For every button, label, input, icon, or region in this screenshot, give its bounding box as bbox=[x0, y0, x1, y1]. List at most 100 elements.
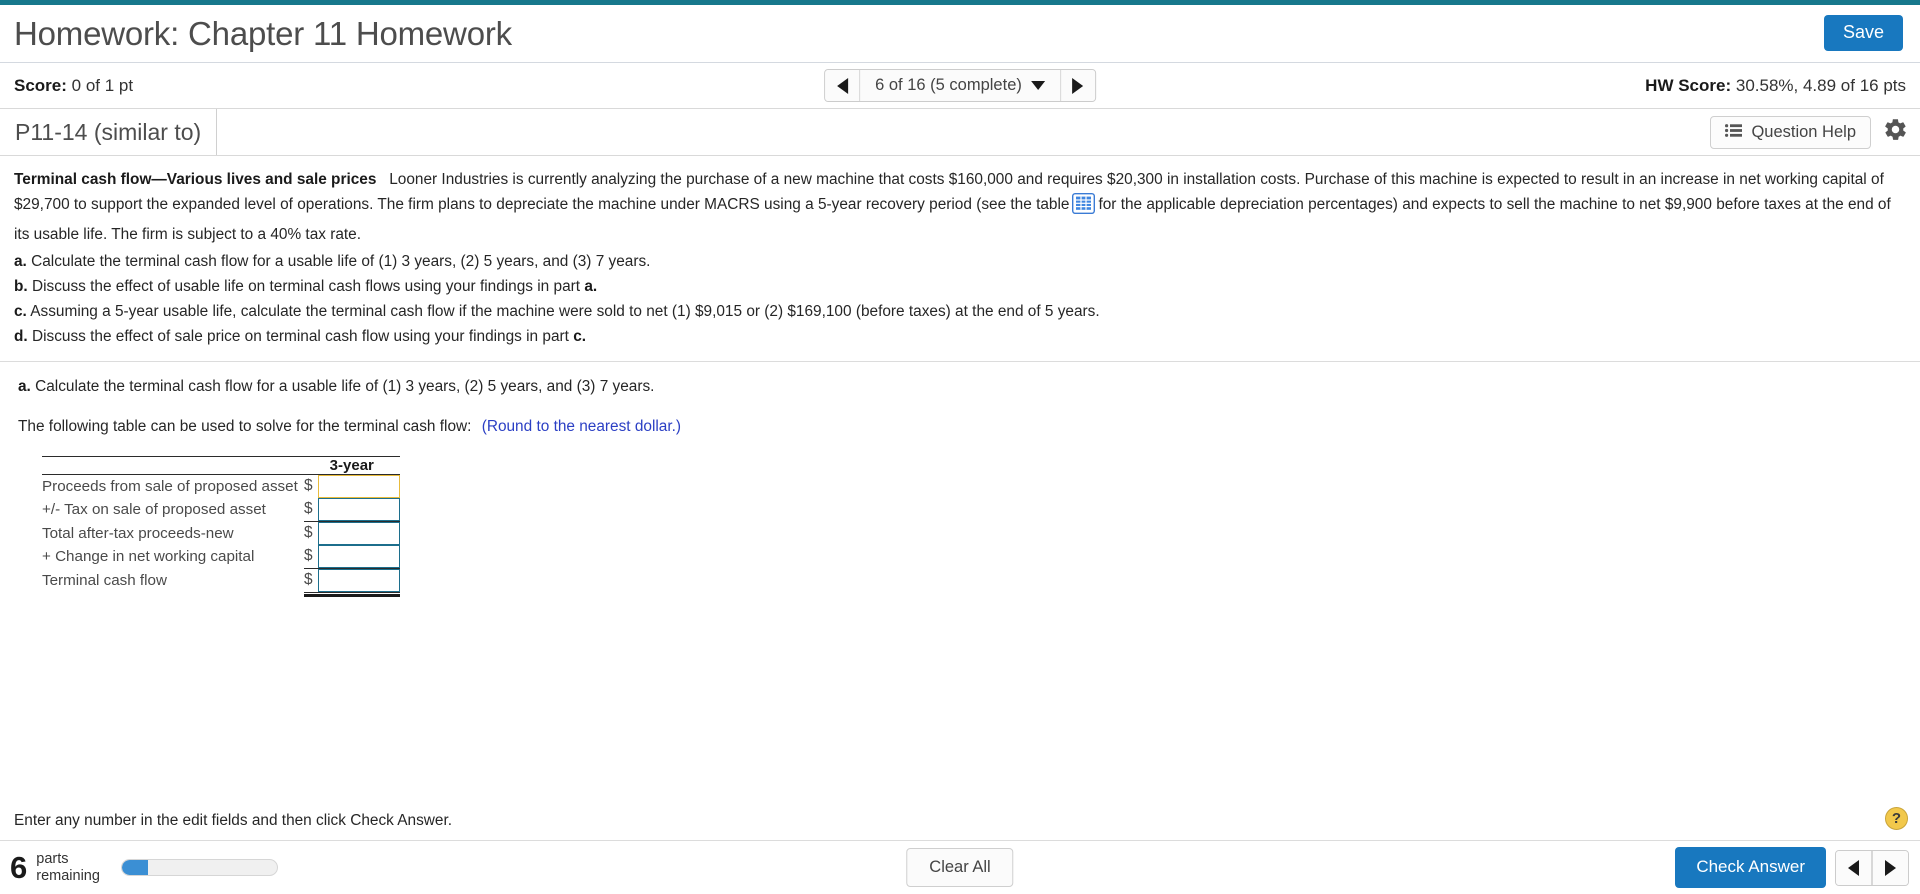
spreadsheet-table-icon[interactable] bbox=[1072, 192, 1096, 223]
problem-title: Terminal cash flow—Various lives and sal… bbox=[14, 171, 377, 188]
table-header-row: 3-year bbox=[42, 457, 400, 475]
row-label-change-nwc: + Change in net working capital bbox=[42, 547, 255, 565]
row-input-cell-terminal: $ bbox=[304, 568, 400, 593]
parts-remaining-line1: parts bbox=[36, 851, 69, 868]
input-proceeds-from-sale[interactable] bbox=[317, 474, 400, 498]
question-position-text: 6 of 16 (5 complete) bbox=[875, 76, 1022, 94]
problem-statement: Terminal cash flow—Various lives and sal… bbox=[0, 156, 1920, 350]
part-b-letter: b. bbox=[14, 277, 28, 295]
parts-remaining-label: parts remaining bbox=[36, 851, 100, 883]
subquestion-area: a. Calculate the terminal cash flow for … bbox=[0, 362, 1920, 440]
subquestion-prompt-line: The following table can be used to solve… bbox=[18, 415, 1906, 440]
row-input-cell-tax: $ bbox=[304, 497, 400, 522]
row-input-cell-proceeds: $ bbox=[304, 474, 400, 498]
row-label-terminal-cash-flow: Terminal cash flow bbox=[42, 571, 167, 589]
bottom-next-button[interactable] bbox=[1872, 850, 1908, 885]
answer-table: 3-year Proceeds from sale of proposed as… bbox=[42, 455, 400, 597]
question-id-bar: P11-14 (similar to) Question Help bbox=[0, 109, 1920, 156]
subquestion-line: a. Calculate the terminal cash flow for … bbox=[18, 375, 1906, 400]
part-d-text: Discuss the effect of sale price on term… bbox=[31, 327, 569, 345]
triangle-right-icon bbox=[1885, 859, 1896, 876]
question-id: P11-14 (similar to) bbox=[0, 109, 218, 155]
table-row: Terminal cash flow $ bbox=[42, 568, 400, 593]
parts-remaining-count: 6 bbox=[10, 850, 28, 885]
table-row: Proceeds from sale of proposed asset $ bbox=[42, 474, 400, 498]
input-change-in-net-working-capital[interactable] bbox=[317, 544, 400, 568]
part-c-text: Assuming a 5-year usable life, calculate… bbox=[30, 302, 1100, 320]
triangle-right-icon bbox=[1072, 77, 1084, 94]
save-button[interactable]: Save bbox=[1823, 15, 1903, 51]
part-c-letter: c. bbox=[14, 302, 27, 320]
input-total-after-tax-proceeds[interactable] bbox=[317, 521, 400, 545]
table-row: Total after-tax proceeds-new $ bbox=[42, 521, 400, 545]
currency-symbol: $ bbox=[304, 500, 313, 518]
problem-parts-list: a. Calculate the terminal cash flow for … bbox=[14, 250, 1906, 350]
parts-remaining-line2: remaining bbox=[36, 867, 100, 884]
previous-question-button[interactable] bbox=[825, 70, 861, 101]
row-input-cell-nwc: $ bbox=[304, 544, 400, 569]
part-a-letter: a. bbox=[14, 252, 27, 270]
header-blank-cell bbox=[42, 457, 304, 475]
table-bottom-rule bbox=[42, 591, 400, 597]
score-label: Score: bbox=[14, 75, 67, 95]
clear-all-button[interactable]: Clear All bbox=[906, 848, 1014, 887]
currency-symbol: $ bbox=[304, 477, 313, 495]
score-value: 0 of 1 pt bbox=[71, 75, 134, 95]
row-label-proceeds: Proceeds from sale of proposed asset bbox=[42, 477, 298, 495]
bottom-right-controls: Check Answer bbox=[1675, 847, 1909, 888]
part-b-text: Discuss the effect of usable life on ter… bbox=[31, 277, 581, 295]
homework-score: HW Score: 30.58%, 4.89 of 16 pts bbox=[1645, 76, 1906, 96]
column-header-3-year: 3-year bbox=[329, 456, 374, 474]
answer-table-wrapper: 3-year Proceeds from sale of proposed as… bbox=[0, 440, 1920, 597]
problem-part-c: c. Assuming a 5-year usable life, calcul… bbox=[14, 300, 1906, 325]
problem-body: Terminal cash flow—Various lives and sal… bbox=[14, 168, 1906, 248]
problem-part-d: d. Discuss the effect of sale price on t… bbox=[14, 325, 1906, 350]
help-icon[interactable]: ? bbox=[1885, 807, 1908, 830]
bottom-pager bbox=[1835, 849, 1909, 886]
row-input-cell-total: $ bbox=[304, 521, 400, 545]
subquestion-prompt: The following table can be used to solve… bbox=[18, 417, 472, 435]
question-score: Score: 0 of 1 pt bbox=[14, 76, 133, 96]
bottom-previous-button[interactable] bbox=[1836, 850, 1872, 885]
hw-score-label: HW Score: bbox=[1645, 75, 1732, 95]
problem-part-b: b. Discuss the effect of usable life on … bbox=[14, 275, 1906, 300]
currency-symbol: $ bbox=[304, 524, 313, 542]
row-label-total-after-tax: Total after-tax proceeds-new bbox=[42, 524, 234, 542]
caret-down-icon bbox=[1030, 81, 1045, 90]
input-terminal-cash-flow[interactable] bbox=[317, 568, 400, 592]
currency-symbol: $ bbox=[304, 547, 313, 565]
footer-message: Enter any number in the edit fields and … bbox=[14, 812, 453, 829]
parts-remaining-indicator: 6 parts remaining bbox=[10, 850, 278, 885]
subquestion-text: Calculate the terminal cash flow for a u… bbox=[35, 377, 655, 395]
list-icon bbox=[1725, 123, 1743, 142]
hw-score-value: 30.58%, 4.89 of 16 pts bbox=[1735, 75, 1906, 95]
triangle-left-icon bbox=[836, 77, 848, 94]
progress-bar-fill bbox=[121, 860, 149, 875]
question-tools: Question Help bbox=[1710, 115, 1908, 149]
next-question-button[interactable] bbox=[1059, 70, 1095, 101]
progress-bar bbox=[120, 859, 278, 876]
table-row: + Change in net working capital $ bbox=[42, 544, 400, 569]
question-position-dropdown[interactable]: 6 of 16 (5 complete) bbox=[860, 70, 1060, 101]
part-d-ref: c. bbox=[573, 327, 587, 345]
triangle-left-icon bbox=[1848, 859, 1859, 876]
check-answer-button[interactable]: Check Answer bbox=[1675, 847, 1826, 888]
input-tax-on-sale[interactable] bbox=[317, 497, 400, 521]
row-label-tax-on-sale: +/- Tax on sale of proposed asset bbox=[42, 500, 266, 518]
title-bar: Homework: Chapter 11 Homework Save bbox=[0, 5, 1920, 63]
score-bar: Score: 0 of 1 pt 6 of 16 (5 complete) HW… bbox=[0, 63, 1920, 109]
part-b-ref: a. bbox=[584, 277, 598, 295]
gear-icon[interactable] bbox=[1883, 117, 1908, 147]
table-row: +/- Tax on sale of proposed asset $ bbox=[42, 497, 400, 522]
page-title: Homework: Chapter 11 Homework bbox=[14, 14, 512, 52]
currency-symbol: $ bbox=[304, 571, 313, 589]
part-a-text: Calculate the terminal cash flow for a u… bbox=[31, 252, 651, 270]
question-help-button[interactable]: Question Help bbox=[1710, 115, 1871, 149]
problem-part-a: a. Calculate the terminal cash flow for … bbox=[14, 250, 1906, 275]
rounding-instruction: (Round to the nearest dollar.) bbox=[481, 417, 682, 435]
question-navigator: 6 of 16 (5 complete) bbox=[824, 69, 1096, 102]
subquestion-letter: a. bbox=[18, 377, 31, 395]
question-help-label: Question Help bbox=[1751, 122, 1856, 141]
part-d-letter: d. bbox=[14, 327, 28, 345]
bottom-action-bar: 6 parts remaining Clear All Check Answer bbox=[0, 841, 1920, 894]
